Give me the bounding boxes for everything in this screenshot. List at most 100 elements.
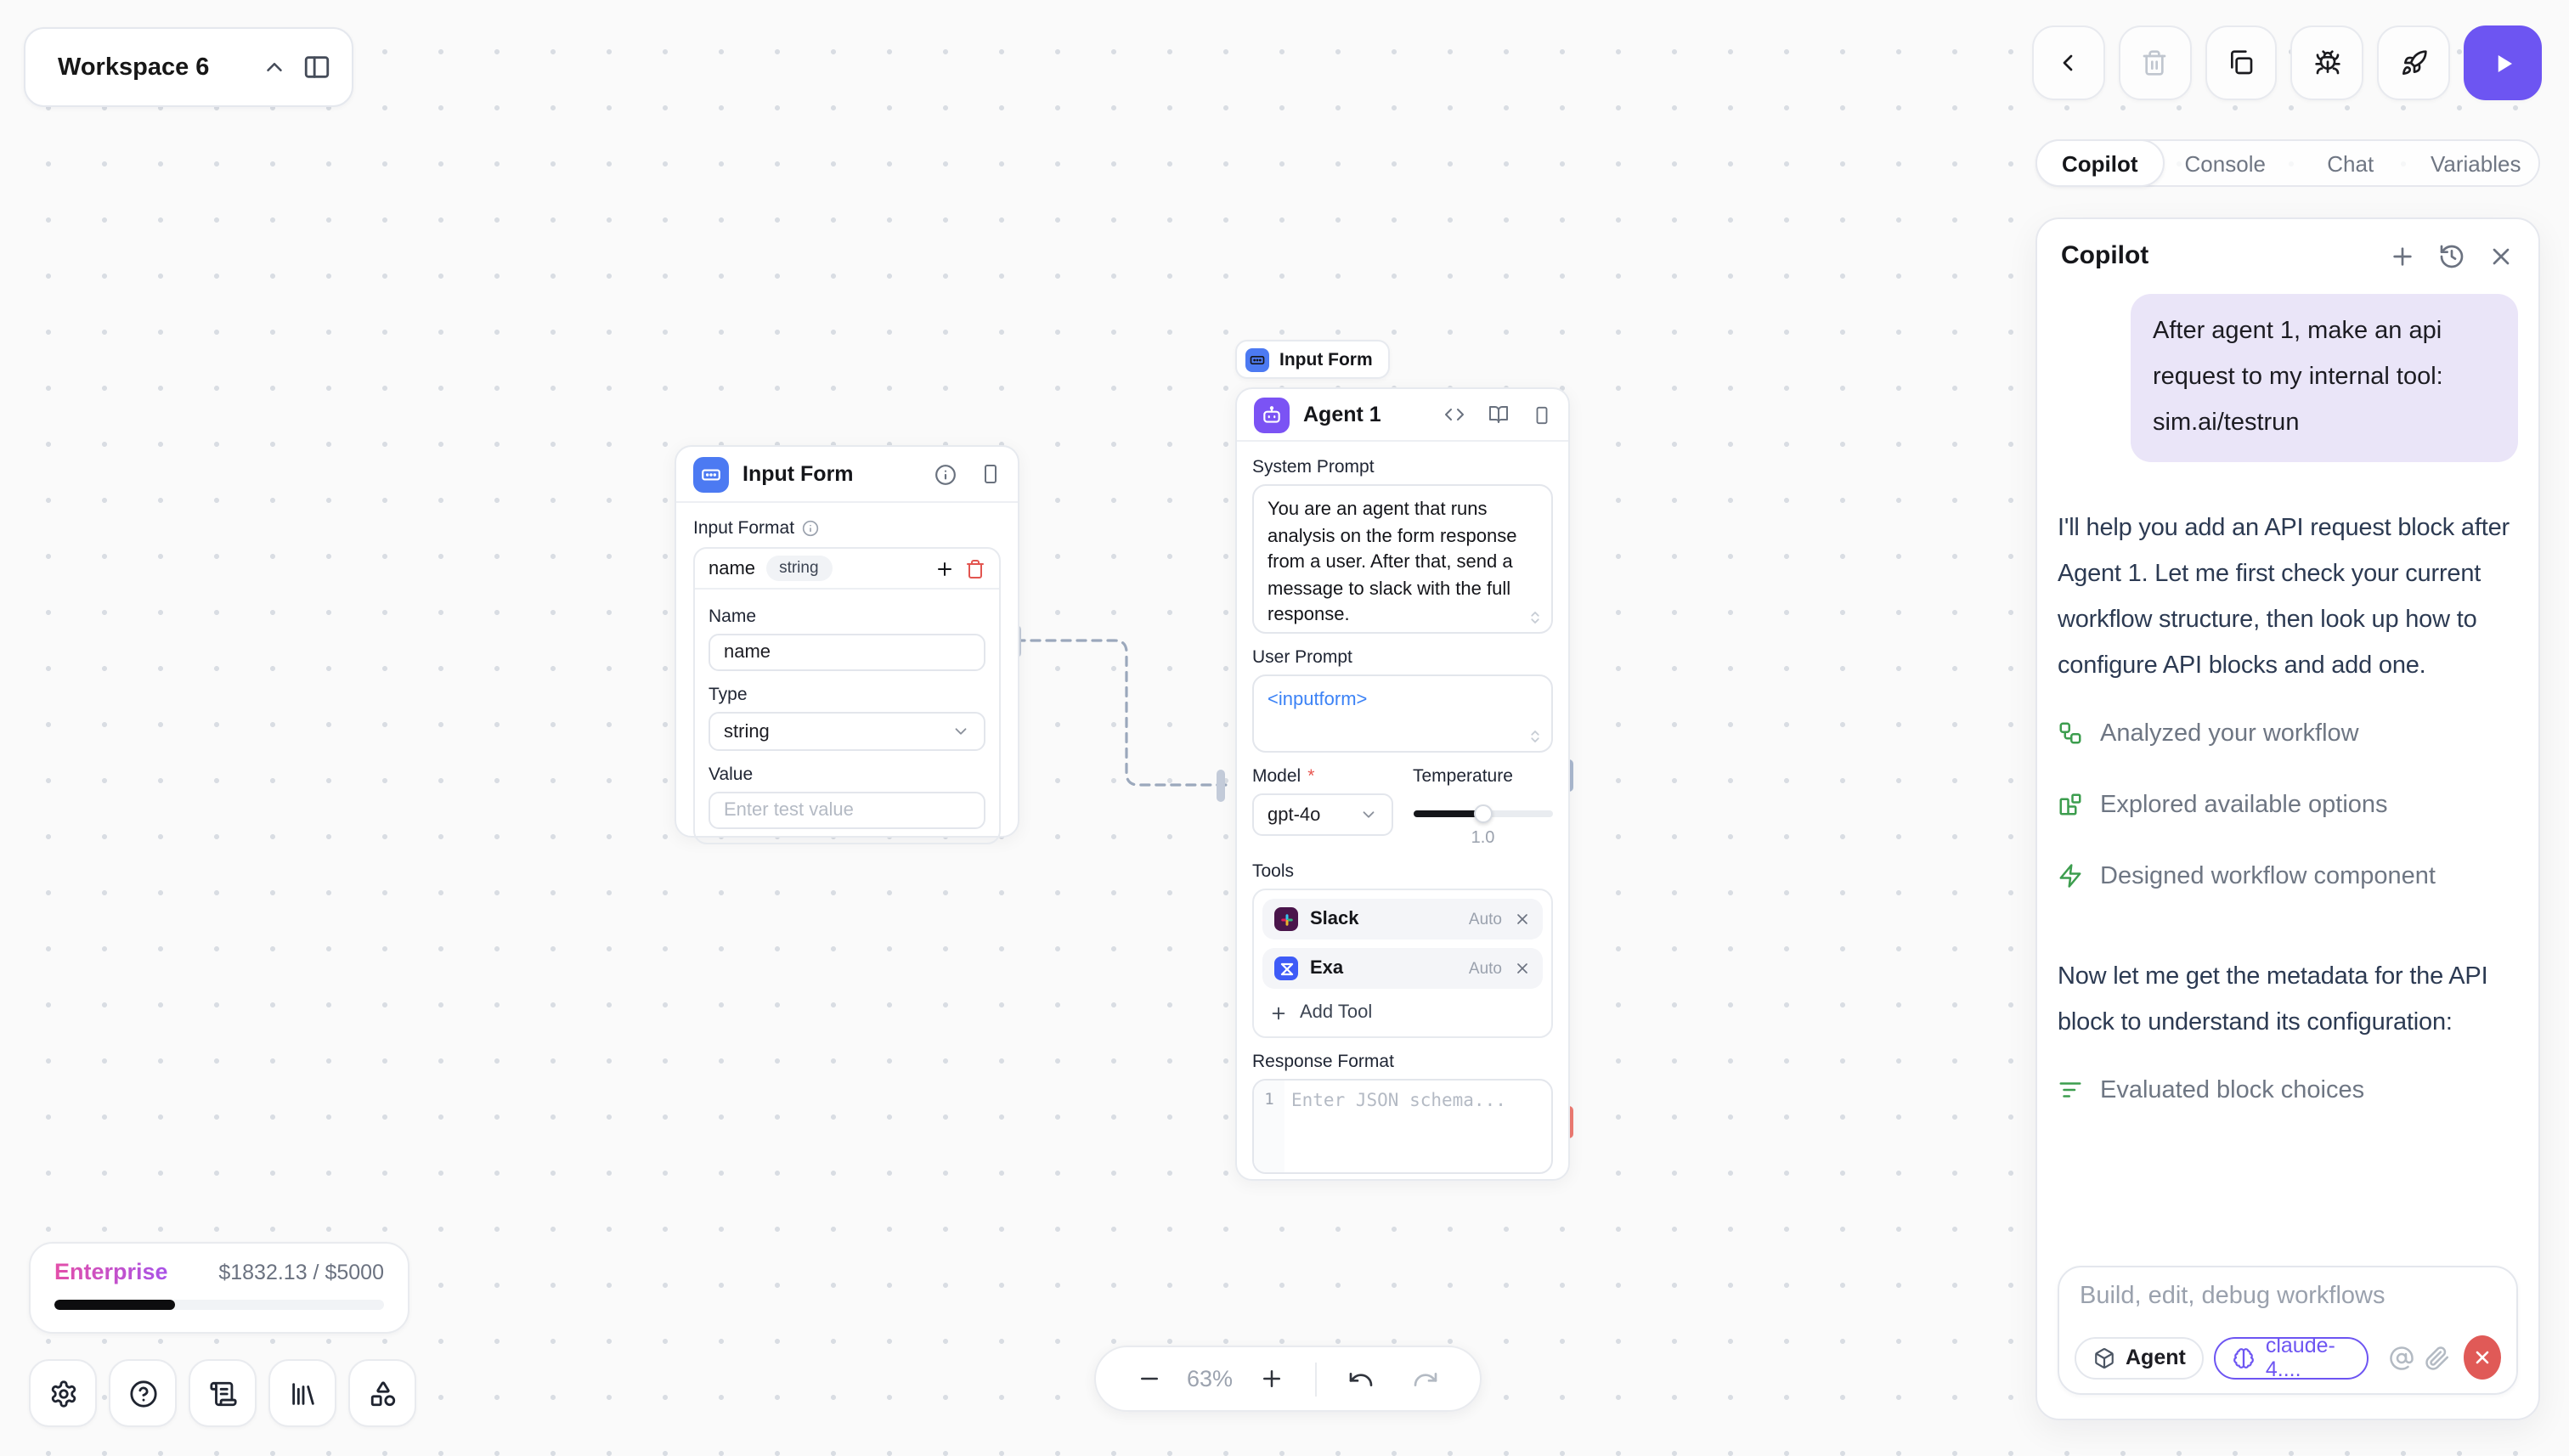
- brain-icon: [2233, 1346, 2256, 1369]
- copilot-messages[interactable]: After agent 1, make an api request to my…: [2037, 280, 2538, 1266]
- preview-icon[interactable]: [980, 464, 1001, 484]
- connected-block-badge: Input Form: [1235, 340, 1390, 379]
- remove-tool-icon[interactable]: [1514, 911, 1531, 928]
- model-label: Model *: [1252, 766, 1392, 787]
- copilot-panel: Copilot After agent 1, make an api reque…: [2035, 217, 2540, 1420]
- history-icon[interactable]: [2438, 242, 2465, 269]
- node-header[interactable]: Agent 1: [1237, 389, 1568, 442]
- line-number: 1: [1254, 1081, 1284, 1172]
- resize-grip-icon[interactable]: [1527, 610, 1543, 625]
- preview-icon[interactable]: [1533, 405, 1551, 424]
- stop-button[interactable]: [2464, 1335, 2501, 1380]
- value-label: Value: [709, 765, 985, 785]
- edge-inputform-to-agent: [1011, 629, 1242, 802]
- logs-button[interactable]: [189, 1359, 257, 1427]
- target-handle[interactable]: [1217, 770, 1225, 802]
- user-message: After agent 1, make an api request to my…: [2131, 294, 2518, 462]
- add-tool-button[interactable]: Add Tool: [1262, 997, 1543, 1028]
- duplicate-button[interactable]: [2205, 25, 2278, 100]
- format-field-row[interactable]: name string: [695, 549, 999, 590]
- step-list: Evaluated block choices: [2058, 1072, 2518, 1143]
- chevron-up-icon[interactable]: [262, 54, 287, 80]
- workspace-selector[interactable]: Workspace 6: [24, 27, 353, 107]
- tools-label: Tools: [1252, 861, 1553, 882]
- system-prompt-textarea[interactable]: You are an agent that runs analysis on t…: [1252, 484, 1553, 634]
- undo-button[interactable]: [1337, 1365, 1385, 1392]
- tool-row-exa[interactable]: Exa Auto: [1262, 948, 1543, 989]
- bug-icon: [2314, 49, 2341, 76]
- info-icon[interactable]: [934, 463, 957, 485]
- node-agent-1[interactable]: Agent 1 System Prompt You are an agent t…: [1235, 387, 1570, 1181]
- model-selector[interactable]: claude-4....: [2215, 1336, 2369, 1379]
- field-type-select[interactable]: string: [709, 712, 985, 751]
- toggle-sidebar-icon[interactable]: [302, 53, 331, 82]
- filter-icon: [2058, 1077, 2083, 1103]
- back-button[interactable]: [2032, 25, 2105, 100]
- mode-selector[interactable]: Agent: [2075, 1336, 2205, 1379]
- node-input-form[interactable]: Input Form Input Format name string Name: [675, 445, 1019, 838]
- code-icon[interactable]: [1444, 404, 1465, 425]
- add-field-icon[interactable]: [934, 558, 955, 578]
- temperature-value: 1.0: [1413, 829, 1553, 848]
- tool-name: Exa: [1310, 958, 1457, 979]
- node-title: Agent 1: [1303, 403, 1420, 426]
- plus-icon: [1269, 1003, 1288, 1022]
- tool-mode[interactable]: Auto: [1469, 959, 1502, 978]
- step-item: Explored available options: [2058, 787, 2518, 822]
- step-item: Designed workflow component: [2058, 858, 2518, 894]
- redo-button[interactable]: [1402, 1365, 1449, 1392]
- tab-console[interactable]: Console: [2163, 141, 2289, 185]
- usage-card[interactable]: Enterprise $1832.13 / $5000: [29, 1242, 409, 1334]
- templates-button[interactable]: [348, 1359, 416, 1427]
- info-icon: [801, 520, 818, 537]
- shapes-icon: [368, 1379, 397, 1408]
- field-type-chip: string: [765, 556, 832, 581]
- temperature-slider[interactable]: [1413, 804, 1553, 822]
- debug-button[interactable]: [2291, 25, 2364, 100]
- tools-group: Slack Auto Exa Auto Add Tool: [1252, 889, 1553, 1038]
- usage-progress-fill: [54, 1300, 175, 1310]
- play-icon: [2490, 50, 2515, 76]
- tab-copilot[interactable]: Copilot: [2035, 139, 2165, 187]
- docs-icon[interactable]: [1488, 404, 1509, 425]
- tool-mode[interactable]: Auto: [1469, 910, 1502, 928]
- tool-row-slack[interactable]: Slack Auto: [1262, 899, 1543, 940]
- plan-badge: Enterprise: [54, 1259, 168, 1284]
- zoom-out-button[interactable]: [1125, 1366, 1172, 1391]
- copilot-input[interactable]: [2080, 1283, 2496, 1310]
- field-value-input[interactable]: [709, 792, 985, 829]
- copilot-input-card[interactable]: Agent claude-4....: [2058, 1266, 2518, 1395]
- copilot-input-controls: Agent claude-4....: [2075, 1335, 2501, 1380]
- chevron-left-icon: [2055, 49, 2082, 76]
- help-button[interactable]: [109, 1359, 177, 1427]
- workflow-canvas[interactable]: Workspace 6 Copilot Console Chat: [0, 0, 2569, 1456]
- field-name-input[interactable]: [709, 634, 985, 671]
- resize-grip-icon[interactable]: [1527, 729, 1543, 744]
- knowledge-button[interactable]: [268, 1359, 336, 1427]
- close-icon[interactable]: [2487, 242, 2515, 269]
- node-header[interactable]: Input Form: [676, 447, 1018, 503]
- library-icon: [288, 1379, 317, 1408]
- settings-button[interactable]: [29, 1359, 97, 1427]
- tab-variables[interactable]: Variables: [2414, 141, 2539, 185]
- delete-button[interactable]: [2119, 25, 2192, 100]
- tab-chat[interactable]: Chat: [2288, 141, 2414, 185]
- zoom-in-button[interactable]: [1247, 1366, 1295, 1391]
- mention-icon[interactable]: [2389, 1345, 2414, 1370]
- step-label: Explored available options: [2100, 791, 2388, 818]
- temperature-label: Temperature: [1413, 766, 1553, 787]
- run-button[interactable]: [2464, 25, 2542, 100]
- slider-knob[interactable]: [1474, 804, 1493, 822]
- zoom-level: 63%: [1172, 1366, 1247, 1391]
- user-prompt-textarea[interactable]: <inputform>: [1252, 674, 1553, 753]
- attach-icon[interactable]: [2425, 1345, 2450, 1370]
- new-chat-icon[interactable]: [2389, 242, 2416, 269]
- toolbar: [2032, 25, 2542, 100]
- model-label: claude-4....: [2266, 1334, 2350, 1381]
- response-format-editor[interactable]: 1 Enter JSON schema...: [1252, 1079, 1553, 1174]
- remove-tool-icon[interactable]: [1514, 960, 1531, 977]
- assistant-message: Now let me get the metadata for the API …: [2058, 955, 2518, 1047]
- model-select[interactable]: gpt-4o: [1252, 793, 1392, 836]
- delete-field-icon[interactable]: [965, 558, 985, 578]
- deploy-button[interactable]: [2378, 25, 2451, 100]
